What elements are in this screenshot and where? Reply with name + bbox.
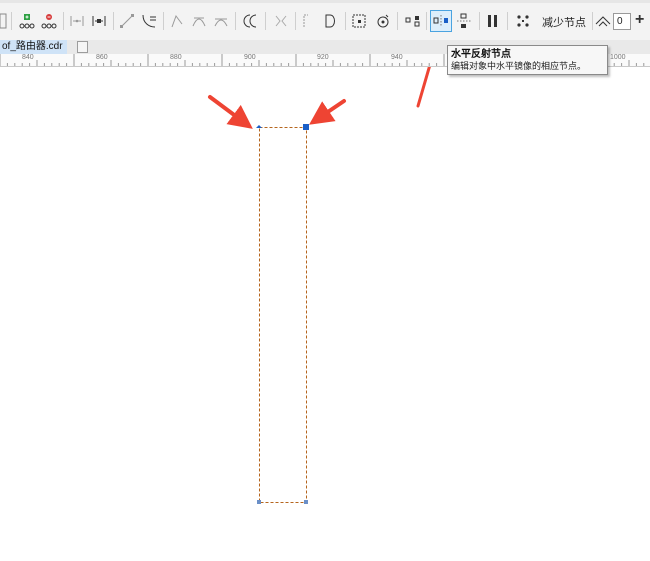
- stretch-nodes-icon[interactable]: [348, 10, 370, 32]
- close-curve-icon[interactable]: [298, 10, 320, 32]
- new-tab-button[interactable]: [77, 41, 88, 53]
- cusp-node-icon[interactable]: [166, 10, 188, 32]
- to-line-icon[interactable]: [116, 10, 138, 32]
- toolbar-top-strip: [0, 0, 650, 3]
- annotation-arrow-toolbar: [416, 67, 431, 108]
- ruler-label: 860: [96, 54, 108, 61]
- toolbar-edge-button[interactable]: [0, 10, 8, 32]
- node-bottom-right[interactable]: [304, 500, 308, 504]
- node-top-left[interactable]: [256, 125, 262, 128]
- symmetrical-node-icon[interactable]: [210, 10, 232, 32]
- reflect-horizontal-icon[interactable]: [430, 10, 452, 32]
- toolbar-separator: [113, 12, 114, 30]
- tooltip-title: 水平反射节点: [451, 49, 511, 60]
- break-curve-icon[interactable]: [88, 10, 110, 32]
- toolbar-separator: [11, 12, 12, 30]
- toolbar-separator: [397, 12, 398, 30]
- add-node-icon[interactable]: [16, 10, 38, 32]
- annotation-arrow-right: [309, 99, 346, 125]
- reflect-vertical-icon[interactable]: [453, 10, 475, 32]
- toolbar-separator: [295, 12, 296, 30]
- node-bottom-left[interactable]: [257, 500, 261, 504]
- toolbar-separator: [345, 12, 346, 30]
- toolbar-separator: [265, 12, 266, 30]
- toolbar-separator: [63, 12, 64, 30]
- toolbar-separator: [426, 12, 427, 30]
- document-tab[interactable]: of_路由器.cdr: [0, 40, 67, 54]
- node-top-right-selected[interactable]: [303, 124, 309, 130]
- drawing-canvas[interactable]: [0, 67, 650, 561]
- toolbar-separator: [479, 12, 480, 30]
- smooth-node-icon[interactable]: [188, 10, 210, 32]
- extract-subpath-icon[interactable]: [320, 10, 342, 32]
- rotate-nodes-icon[interactable]: [372, 10, 394, 32]
- reduce-nodes-button[interactable]: 减少节点: [542, 14, 586, 30]
- delete-node-icon[interactable]: [38, 10, 60, 32]
- rectangle-shape[interactable]: [259, 127, 307, 503]
- smoothness-value-field[interactable]: 0: [613, 13, 631, 30]
- ruler-label: 900: [244, 54, 256, 61]
- toolbar-separator: [592, 12, 593, 30]
- ruler-label: 1000: [610, 54, 626, 61]
- join-nodes-icon[interactable]: [66, 10, 88, 32]
- elastic-mode-icon[interactable]: [482, 10, 504, 32]
- ruler-label: 840: [22, 54, 34, 61]
- curve-smoothness-icon: [594, 10, 612, 32]
- align-nodes-icon[interactable]: [402, 10, 424, 32]
- to-curve-icon[interactable]: [138, 10, 160, 32]
- toolbar-separator: [507, 12, 508, 30]
- ruler-label: 940: [391, 54, 403, 61]
- toolbar-separator: [235, 12, 236, 30]
- ruler-label: 880: [170, 54, 182, 61]
- reverse-direction-icon[interactable]: [240, 10, 262, 32]
- select-all-nodes-icon[interactable]: [512, 10, 534, 32]
- ruler-label: 920: [317, 54, 329, 61]
- toolbar-separator: [163, 12, 164, 30]
- property-bar: 减少节点 0 +: [0, 0, 650, 41]
- annotation-arrow-left: [208, 95, 253, 129]
- increase-smoothness-button[interactable]: +: [635, 11, 644, 29]
- extend-curve-icon[interactable]: [270, 10, 292, 32]
